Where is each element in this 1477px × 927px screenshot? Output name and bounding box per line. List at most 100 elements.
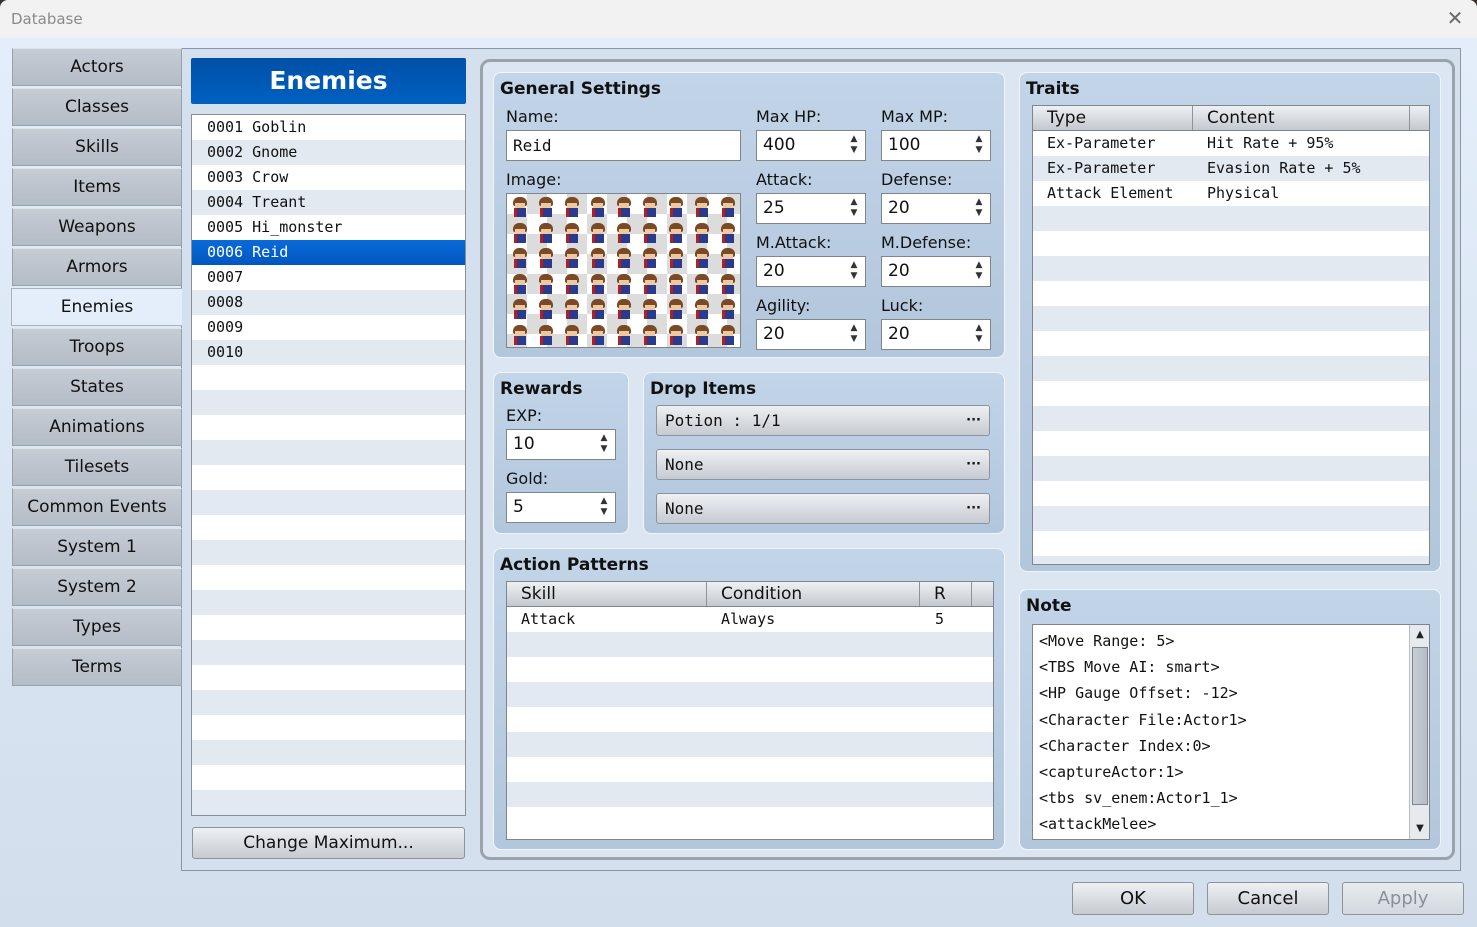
list-item[interactable]: 0009 xyxy=(192,315,465,340)
table-row[interactable]: Attack Always 5 xyxy=(507,607,993,632)
spin-down-icon[interactable]: ▼ xyxy=(851,334,858,344)
sidebar-tab-weapons[interactable]: Weapons xyxy=(12,208,182,246)
sidebar-tab-armors[interactable]: Armors xyxy=(12,248,182,286)
table-row[interactable] xyxy=(1033,481,1429,506)
spin-up-icon[interactable]: ▲ xyxy=(851,197,858,207)
table-row[interactable] xyxy=(507,732,993,757)
list-item[interactable]: 0008 xyxy=(192,290,465,315)
note-scrollbar[interactable]: ▲ ▼ xyxy=(1409,625,1429,839)
column-condition[interactable]: Condition xyxy=(707,582,920,606)
defense-spinbox[interactable]: 20 ▲ ▼ xyxy=(881,193,991,224)
table-row[interactable] xyxy=(1033,381,1429,406)
spin-down-icon[interactable]: ▼ xyxy=(976,271,983,281)
enemy-image-preview[interactable] xyxy=(506,193,741,348)
list-item[interactable]: 0010 xyxy=(192,340,465,365)
spin-up-icon[interactable]: ▲ xyxy=(851,323,858,333)
list-item[interactable]: 0006 Reid xyxy=(192,240,465,265)
spin-down-icon[interactable]: ▼ xyxy=(851,145,858,155)
list-item[interactable]: 0004 Treant xyxy=(192,190,465,215)
list-item[interactable]: 0002 Gnome xyxy=(192,140,465,165)
table-row[interactable] xyxy=(1033,331,1429,356)
list-item[interactable]: 0007 xyxy=(192,265,465,290)
spin-arrows-icon[interactable]: ▲ ▼ xyxy=(849,197,859,219)
spin-arrows-icon[interactable]: ▲ ▼ xyxy=(974,197,984,219)
spin-down-icon[interactable]: ▼ xyxy=(976,208,983,218)
spin-up-icon[interactable]: ▲ xyxy=(976,260,983,270)
spin-down-icon[interactable]: ▼ xyxy=(851,271,858,281)
list-item[interactable]: 0001 Goblin xyxy=(192,115,465,140)
table-row[interactable] xyxy=(507,807,993,832)
scroll-down-icon[interactable]: ▼ xyxy=(1411,820,1429,838)
table-row[interactable] xyxy=(1033,556,1429,564)
scrollbar-thumb[interactable] xyxy=(1412,647,1428,805)
spin-down-icon[interactable]: ▼ xyxy=(976,334,983,344)
action-patterns-table[interactable]: Skill Condition R Attack Always 5 xyxy=(506,581,994,840)
sidebar-tab-animations[interactable]: Animations xyxy=(12,408,182,446)
spin-arrows-icon[interactable]: ▲ ▼ xyxy=(849,134,859,156)
sidebar-tab-items[interactable]: Items xyxy=(12,168,182,206)
sidebar-tab-terms[interactable]: Terms xyxy=(12,648,182,686)
table-row[interactable]: Attack Element Physical xyxy=(1033,181,1429,206)
list-item[interactable]: 0005 Hi_monster xyxy=(192,215,465,240)
spin-arrows-icon[interactable]: ▲ ▼ xyxy=(849,260,859,282)
traits-table[interactable]: Type Content Ex-Parameter Hit Rate + 95% E… xyxy=(1032,105,1430,565)
luck-spinbox[interactable]: 20 ▲ ▼ xyxy=(881,319,991,350)
table-row[interactable] xyxy=(507,682,993,707)
table-row[interactable] xyxy=(507,632,993,657)
spin-up-icon[interactable]: ▲ xyxy=(976,323,983,333)
table-row[interactable] xyxy=(1033,456,1429,481)
table-row[interactable] xyxy=(1033,231,1429,256)
scroll-up-icon[interactable]: ▲ xyxy=(1411,626,1429,644)
attack-spinbox[interactable]: 25 ▲ ▼ xyxy=(756,193,866,224)
spin-down-icon[interactable]: ▼ xyxy=(976,145,983,155)
exp-spinbox[interactable]: 10 ▲ ▼ xyxy=(506,429,616,460)
name-input[interactable]: Reid xyxy=(506,130,741,161)
agility-spinbox[interactable]: 20 ▲ ▼ xyxy=(756,319,866,350)
enemy-list[interactable]: 0001 Goblin 0002 Gnome 0003 Crow 0004 Trean… xyxy=(191,114,466,816)
m-attack-spinbox[interactable]: 20 ▲ ▼ xyxy=(756,256,866,287)
spin-down-icon[interactable]: ▼ xyxy=(851,208,858,218)
close-icon[interactable]: ✕ xyxy=(1445,8,1465,28)
cancel-button[interactable]: Cancel xyxy=(1207,882,1329,915)
spin-up-icon[interactable]: ▲ xyxy=(851,134,858,144)
gold-spinbox[interactable]: 5 ▲ ▼ xyxy=(506,492,616,523)
column-r[interactable]: R xyxy=(920,582,972,606)
spin-arrows-icon[interactable]: ▲ ▼ xyxy=(599,433,609,455)
table-row[interactable] xyxy=(1033,431,1429,456)
sidebar-tab-troops[interactable]: Troops xyxy=(12,328,182,366)
spin-up-icon[interactable]: ▲ xyxy=(976,134,983,144)
spin-arrows-icon[interactable]: ▲ ▼ xyxy=(974,323,984,345)
column-type[interactable]: Type xyxy=(1033,106,1193,130)
table-row[interactable] xyxy=(507,782,993,807)
apply-button[interactable]: Apply xyxy=(1342,882,1464,915)
ok-button[interactable]: OK xyxy=(1072,882,1194,915)
table-row[interactable] xyxy=(1033,356,1429,381)
sidebar-tab-types[interactable]: Types xyxy=(12,608,182,646)
table-row[interactable] xyxy=(507,707,993,732)
spin-up-icon[interactable]: ▲ xyxy=(851,260,858,270)
spin-arrows-icon[interactable]: ▲ ▼ xyxy=(974,260,984,282)
sidebar-tab-actors[interactable]: Actors xyxy=(12,48,182,86)
spin-arrows-icon[interactable]: ▲ ▼ xyxy=(974,134,984,156)
sidebar-tab-classes[interactable]: Classes xyxy=(12,88,182,126)
table-row[interactable] xyxy=(1033,506,1429,531)
sidebar-tab-enemies[interactable]: Enemies xyxy=(11,288,182,326)
sidebar-tab-system-2[interactable]: System 2 xyxy=(12,568,182,606)
table-row[interactable] xyxy=(1033,531,1429,556)
drop-item-button[interactable]: None ··· xyxy=(656,449,990,480)
spin-arrows-icon[interactable]: ▲ ▼ xyxy=(849,323,859,345)
drop-item-button[interactable]: Potion : 1/1 ··· xyxy=(656,405,990,436)
m-defense-spinbox[interactable]: 20 ▲ ▼ xyxy=(881,256,991,287)
sidebar-tab-states[interactable]: States xyxy=(12,368,182,406)
spin-up-icon[interactable]: ▲ xyxy=(976,197,983,207)
note-textarea[interactable]: <Move Range: 5> <TBS Move AI: smart> <HP G… xyxy=(1032,624,1430,840)
spin-arrows-icon[interactable]: ▲ ▼ xyxy=(599,496,609,518)
max-mp-spinbox[interactable]: 100 ▲ ▼ xyxy=(881,130,991,161)
table-row[interactable] xyxy=(507,657,993,682)
table-row[interactable] xyxy=(1033,206,1429,231)
table-row[interactable] xyxy=(1033,281,1429,306)
column-skill[interactable]: Skill xyxy=(507,582,707,606)
sidebar-tab-skills[interactable]: Skills xyxy=(12,128,182,166)
table-row[interactable] xyxy=(507,757,993,782)
table-row[interactable] xyxy=(1033,256,1429,281)
